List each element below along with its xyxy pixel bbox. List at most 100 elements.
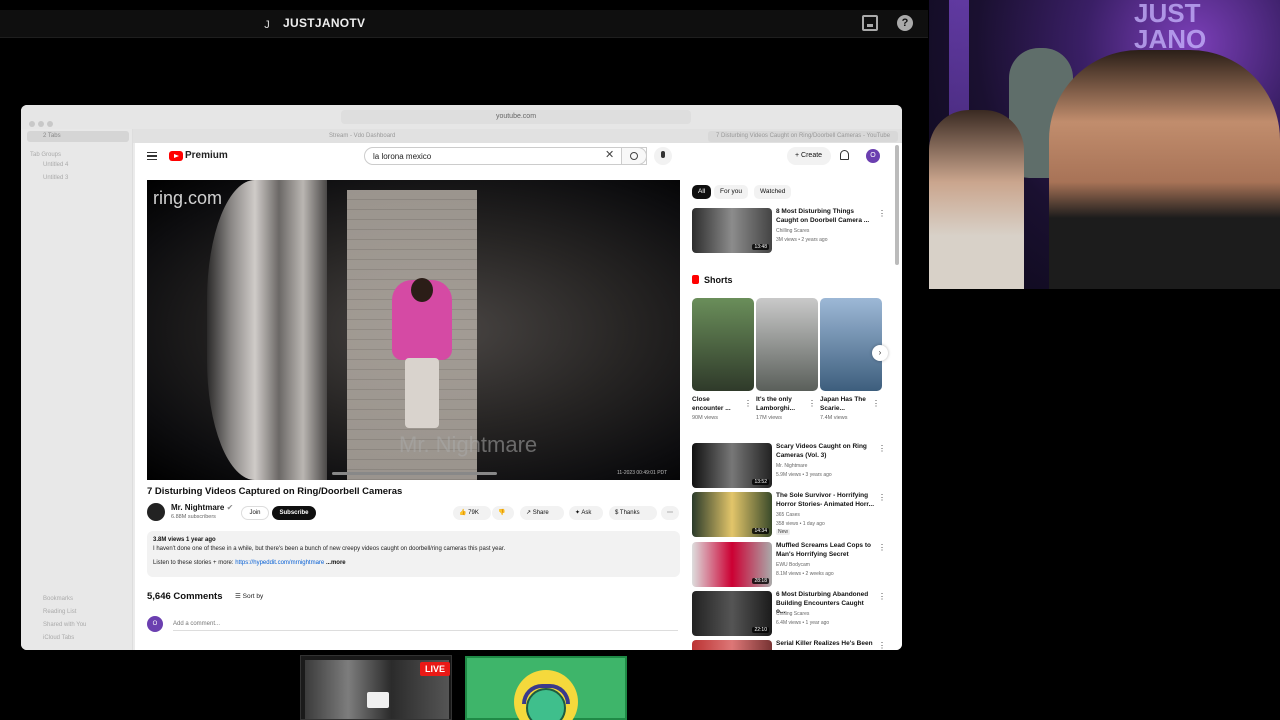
ask-button[interactable]: ✦ Ask [569,506,603,520]
recommendation-item[interactable]: 14:34 The Sole Survivor - Horrifying Hor… [692,492,892,538]
rec-duration: 13:52 [752,479,769,485]
description-text: I haven't done one of these in a while, … [153,546,506,552]
screen-share-icon[interactable] [862,15,878,31]
tab-youtube[interactable]: 7 Disturbing Videos Caught on Ring/Doorb… [708,131,898,142]
short-menu-icon[interactable]: ⋮ [872,399,880,408]
channel-name[interactable]: JUSTJANOTV [283,16,365,30]
chip-for-you[interactable]: For you [714,185,749,199]
chevron-right-icon[interactable]: › [872,345,888,361]
dislike-button[interactable]: 👎 [492,506,514,520]
rec-thumbnail[interactable]: 13:52 [692,443,772,488]
recommendation-item[interactable]: 13:48 8 Most Disturbing Things Caught on… [692,208,892,254]
sidebar-item-untitled-4[interactable]: Untitled 4 [43,162,68,168]
subscribe-button[interactable]: Subscribe [272,506,316,520]
create-button[interactable]: + Create [787,147,831,165]
rec-thumbnail[interactable]: 13:48 [692,208,772,253]
video-person-head [411,278,433,302]
video-player[interactable]: ring.com Mr. Nightmare 11-2023 00:49:01 … [147,180,680,480]
short-title[interactable]: Close encounter ... [692,395,740,413]
rec-title[interactable]: Muffled Screams Lead Cops to Man's Horri… [776,542,874,559]
more-link[interactable]: ...more [326,560,346,566]
mic-icon[interactable] [654,147,672,165]
short-title[interactable]: Japan Has The Scarie... [820,395,868,413]
bell-icon[interactable] [840,150,849,160]
join-button[interactable]: Join [241,506,269,520]
sidebar-tabs-count[interactable]: 2 Tabs [27,131,129,142]
short-thumbnail[interactable] [756,298,818,391]
share-button[interactable]: ↗ Share [520,506,564,520]
chip-watched[interactable]: Watched [754,185,792,199]
channel-name-yt[interactable]: Mr. Nightmare ✔ [171,503,233,512]
rec-menu-icon[interactable]: ⋮ [878,543,886,552]
clear-search-icon[interactable]: ✕ [605,148,614,161]
more-actions-icon[interactable]: ⋯ [661,506,679,520]
avatar-tile[interactable] [465,656,627,720]
sidebar-item-icloud-tabs[interactable]: iCloud Tabs [43,635,74,641]
account-avatar[interactable]: O [866,149,880,163]
webcam-feed: JUST JANO [929,0,1280,289]
add-comment-input[interactable]: Add a comment... [173,621,678,631]
rec-title[interactable]: The Sole Survivor - Horrifying Horror St… [776,492,874,509]
address-bar[interactable]: youtube.com [341,110,691,124]
short-menu-icon[interactable]: ⋮ [808,399,816,408]
rec-menu-icon[interactable]: ⋮ [878,592,886,601]
thanks-button[interactable]: $ Thanks [609,506,657,520]
sort-button[interactable]: ☰ Sort by [235,592,263,600]
rec-channel[interactable]: Mr. Nightmare [776,463,807,469]
sidebar-item-untitled-3[interactable]: Untitled 3 [43,175,68,181]
sidebar-item-shared[interactable]: Shared with You [43,622,86,628]
short-title[interactable]: It's the only Lamborghi... [756,395,804,413]
help-icon[interactable]: ? [897,15,913,31]
description-link[interactable]: https://hypeddit.com/mrnightmare [235,560,324,566]
rec-menu-icon[interactable]: ⋮ [878,493,886,502]
rec-title[interactable]: Scary Videos Caught on Ring Cameras (Vol… [776,443,874,460]
recommendation-item[interactable]: 28:18 Muffled Screams Lead Cops to Man's… [692,542,892,588]
scrollbar[interactable] [895,145,899,265]
listen-prefix: Listen to these stories + more: [153,560,234,566]
rec-meta: 3M views • 2 years ago [776,237,828,243]
tab-stream-dashboard[interactable]: Stream - Vdo Dashboard [321,131,576,142]
sidebar-item-reading-list[interactable]: Reading List [43,609,76,615]
youtube-logo-icon[interactable] [169,151,183,161]
short-item[interactable]: Close encounter ... 90M views ⋮ [692,298,754,421]
browser-window: youtube.com Stream - Vdo Dashboard 7 Dis… [21,105,902,650]
menu-icon[interactable] [147,152,157,160]
video-title: 7 Disturbing Videos Captured on Ring/Doo… [147,486,403,497]
like-button[interactable]: 👍 79K [453,506,491,520]
rec-thumbnail[interactable]: 14:34 [692,492,772,537]
rec-thumbnail[interactable] [692,640,772,650]
screen: J JUSTJANOTV ? JUST JANO youtube.com Str… [0,0,1280,720]
rec-title[interactable]: 8 Most Disturbing Things Caught on Doorb… [776,208,874,225]
youtube-brand[interactable]: Premium [185,150,228,161]
rec-meta: 5.9M views • 3 years ago [776,472,832,478]
video-progress-bar[interactable] [332,472,497,475]
rec-duration: 22:10 [752,627,769,633]
chip-all[interactable]: All [692,185,712,199]
recommendation-item[interactable]: 13:52 Scary Videos Caught on Ring Camera… [692,443,892,489]
channel-avatar-yt[interactable] [147,503,165,521]
rec-menu-icon[interactable]: ⋮ [878,444,886,453]
rec-channel[interactable]: Chilling Scares [776,228,809,234]
rec-channel[interactable]: 365 Cases [776,512,800,518]
rec-menu-icon[interactable]: ⋮ [878,641,886,650]
rec-channel[interactable]: Chilling Scares [776,611,809,617]
rec-thumbnail[interactable]: 28:18 [692,542,772,587]
search-button[interactable] [621,147,647,165]
short-menu-icon[interactable]: ⋮ [744,399,752,408]
recommendation-item[interactable]: Serial Killer Realizes He's Been ⋮ [692,640,892,650]
short-thumbnail[interactable] [692,298,754,391]
short-item[interactable]: Japan Has The Scarie... 7.4M views ⋮ [820,298,882,421]
rec-duration: 28:18 [752,578,769,584]
video-watermark: Mr. Nightmare [399,432,538,457]
rec-channel[interactable]: EWU Bodycam [776,562,810,568]
rec-title[interactable]: Serial Killer Realizes He's Been [776,640,874,649]
short-thumbnail[interactable] [820,298,882,391]
short-item[interactable]: It's the only Lamborghi... 17M views ⋮ [756,298,818,421]
recommendation-item[interactable]: 22:10 6 Most Disturbing Abandoned Buildi… [692,591,892,637]
description-box[interactable]: 3.8M views 1 year ago I haven't done one… [147,531,680,577]
sidebar-item-bookmarks[interactable]: Bookmarks [43,596,73,602]
rec-thumbnail[interactable]: 22:10 [692,591,772,636]
channel-avatar[interactable]: J [258,16,276,34]
rec-menu-icon[interactable]: ⋮ [878,209,886,218]
comments-count: 5,646 Comments [147,591,223,602]
